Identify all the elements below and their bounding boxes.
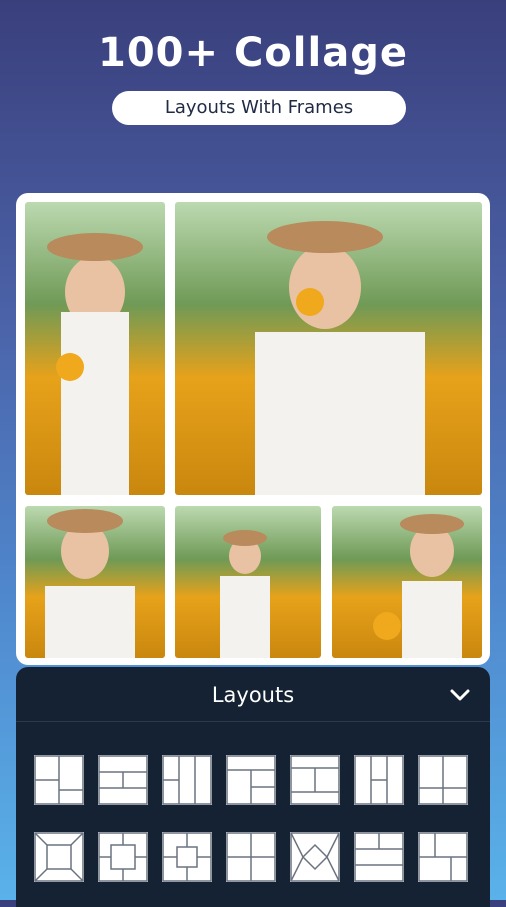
layout-option[interactable] xyxy=(34,832,84,882)
layout-option[interactable] xyxy=(354,755,404,805)
subtitle-pill: Layouts With Frames xyxy=(112,91,406,125)
collage-preview xyxy=(16,193,490,665)
collage-photo-5[interactable] xyxy=(332,506,482,658)
layout-option[interactable] xyxy=(226,755,276,805)
layout-option[interactable] xyxy=(34,755,84,805)
layouts-panel: Layouts xyxy=(16,667,490,907)
headline-title: 100+ Collage xyxy=(98,30,408,76)
collage-photo-4[interactable] xyxy=(175,506,321,658)
layout-option[interactable] xyxy=(354,832,404,882)
layouts-panel-title: Layouts xyxy=(211,683,295,707)
layout-option[interactable] xyxy=(162,832,212,882)
layout-option[interactable] xyxy=(290,755,340,805)
layouts-panel-header: Layouts xyxy=(16,667,490,722)
layout-option[interactable] xyxy=(290,832,340,882)
layout-option[interactable] xyxy=(418,832,468,882)
layout-option[interactable] xyxy=(98,755,148,805)
layout-option[interactable] xyxy=(98,832,148,882)
chevron-down-icon[interactable] xyxy=(448,683,472,707)
collage-photo-2[interactable] xyxy=(175,202,482,495)
collage-photo-1[interactable] xyxy=(25,202,165,495)
layout-option[interactable] xyxy=(162,755,212,805)
layout-option[interactable] xyxy=(226,832,276,882)
collage-photo-3[interactable] xyxy=(25,506,165,658)
layout-option[interactable] xyxy=(418,755,468,805)
